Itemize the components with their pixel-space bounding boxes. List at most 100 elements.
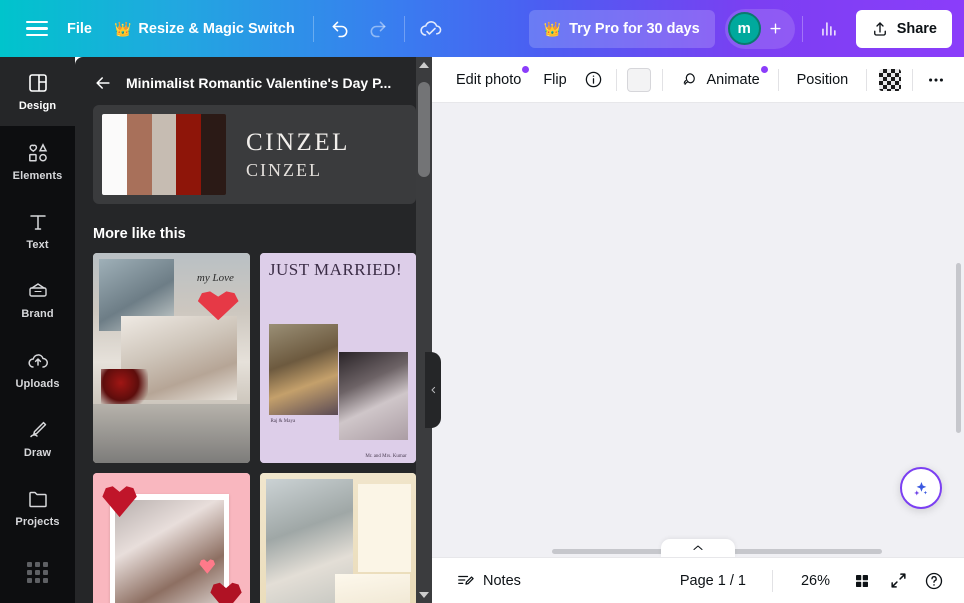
cloud-save-status-button[interactable] (412, 10, 450, 48)
insights-bar-chart-icon (822, 22, 836, 36)
scrollbar-thumb[interactable] (418, 82, 430, 177)
caret-up-icon (419, 62, 429, 68)
more-like-this-heading: More like this (93, 226, 186, 242)
scroll-up-button[interactable] (416, 57, 432, 73)
style-preview-card[interactable]: CINZEL CINZEL (93, 105, 416, 204)
top-bar: File 👑 Resize & Magic Switch 👑 Try Pro f… (0, 0, 964, 57)
panel-title: Minimalist Romantic Valentine's Day P... (126, 75, 392, 91)
transparency-button[interactable] (874, 64, 905, 96)
insights-button[interactable] (810, 10, 848, 48)
avatar-initial: m (737, 20, 751, 37)
main-menu-button[interactable] (18, 10, 56, 48)
help-circle-icon (925, 572, 943, 589)
back-arrow-icon (96, 77, 110, 89)
file-menu-button[interactable]: File (56, 11, 103, 47)
more-options-button[interactable] (920, 64, 951, 96)
scroll-down-button[interactable] (416, 587, 432, 603)
bottom-panel-collapse-tab[interactable] (661, 539, 735, 557)
swatch-2 (126, 114, 152, 195)
template-thumbnail[interactable]: JUST MARRIED! Raj & Maya Mr. and Mrs. Ku… (259, 253, 416, 463)
edit-photo-button[interactable]: Edit photo (445, 64, 532, 96)
add-collaborator-button[interactable] (761, 14, 791, 44)
animate-icon (684, 73, 696, 85)
sidebar-item-label: Design (18, 100, 57, 113)
info-circle-icon (585, 71, 601, 88)
panel-collapse-handle[interactable] (425, 352, 441, 428)
sidebar-item-label: Draw (23, 446, 52, 459)
resize-magic-switch-button[interactable]: 👑 Resize & Magic Switch (103, 11, 306, 47)
share-button[interactable]: Share (855, 9, 952, 48)
flip-label: Flip (543, 71, 567, 88)
position-label: Position (796, 71, 849, 88)
swatch-1 (102, 114, 127, 195)
main-body: Design Elements Text Brand Uploads Draw … (0, 57, 964, 603)
sidebar-item-draw[interactable]: Draw (0, 404, 75, 473)
collaborators-group: m (724, 8, 795, 49)
animate-badge (760, 65, 768, 73)
toolbar-divider-3 (801, 15, 803, 42)
grid-view-button[interactable] (846, 565, 878, 597)
flip-button[interactable]: Flip (532, 64, 577, 96)
panel-back-button[interactable] (93, 73, 113, 93)
grid-view-icon (856, 574, 868, 587)
brand-kit-icon (28, 283, 47, 297)
apps-button[interactable] (0, 542, 75, 603)
canvas-area[interactable]: LOVE BE MINE ❤ ❤ ❤ (432, 103, 964, 557)
toolbar-divider-4 (866, 68, 868, 91)
font-primary-label: CINZEL (246, 129, 350, 156)
bottom-divider (771, 569, 773, 592)
scrollbar-thumb[interactable] (956, 263, 961, 433)
sidebar-item-label: Text (26, 238, 49, 251)
upload-share-icon (873, 21, 886, 36)
position-button[interactable]: Position (786, 64, 860, 96)
sidebar-item-label: Brand (21, 308, 54, 321)
toolbar-divider-2 (403, 15, 405, 42)
chevron-left-icon (431, 386, 435, 394)
swatch-4 (176, 114, 202, 195)
color-button[interactable] (624, 64, 655, 96)
help-button[interactable] (918, 565, 950, 597)
sidebar-item-uploads[interactable]: Uploads (0, 334, 75, 403)
template-thumbnail[interactable]: my Love (93, 253, 250, 463)
template-caption: my Love (196, 271, 234, 284)
info-button[interactable] (578, 64, 609, 96)
try-pro-label: Try Pro for 30 days (569, 20, 700, 37)
chevron-up-icon (693, 545, 703, 551)
toolbar-divider (312, 15, 314, 42)
notes-icon (458, 575, 474, 585)
swatch-3 (151, 114, 177, 195)
sidebar-item-design[interactable]: Design (0, 57, 75, 127)
template-thumbnail[interactable]: you and me (93, 473, 250, 603)
sidebar-item-projects[interactable]: Projects (0, 473, 75, 542)
redo-button[interactable] (359, 10, 397, 48)
panel-scrollbar[interactable] (416, 57, 432, 603)
template-thumbnail[interactable]: Better together (259, 473, 416, 603)
avatar[interactable]: m (727, 12, 761, 45)
hamburger-icon (26, 20, 48, 37)
resize-magic-switch-label: Resize & Magic Switch (138, 20, 295, 37)
zoom-level[interactable]: 26% (789, 573, 842, 589)
swatch-5 (201, 114, 226, 195)
sidebar-item-label: Uploads (15, 377, 60, 390)
font-secondary-label: CINZEL (246, 160, 322, 180)
notes-button[interactable]: Notes (446, 565, 531, 597)
fullscreen-button[interactable] (882, 565, 914, 597)
cloud-saved-icon (420, 20, 442, 36)
template-thumbnail-grid: my Love JUST MARRIED! Raj & Maya Mr. and… (93, 253, 416, 603)
undo-icon (332, 21, 348, 37)
color-palette-swatches[interactable] (102, 114, 226, 195)
template-caption: JUST MARRIED! (268, 260, 403, 280)
page-indicator[interactable]: Page 1 / 1 (670, 573, 756, 589)
canvas-vertical-scrollbar[interactable] (953, 103, 964, 557)
animate-label: Animate (706, 71, 760, 88)
try-pro-button[interactable]: 👑 Try Pro for 30 days (528, 9, 715, 48)
animate-button[interactable]: Animate (669, 64, 770, 96)
sidebar-item-brand[interactable]: Brand (0, 265, 75, 334)
sidebar-item-elements[interactable]: Elements (0, 126, 75, 195)
magic-studio-button[interactable] (900, 467, 942, 509)
undo-button[interactable] (321, 10, 359, 48)
sidebar-item-label: Projects (15, 516, 60, 529)
bottom-bar-controls: Page 1 / 1 26% (670, 565, 950, 597)
folder-icon (28, 491, 47, 508)
sidebar-item-text[interactable]: Text (0, 196, 75, 265)
